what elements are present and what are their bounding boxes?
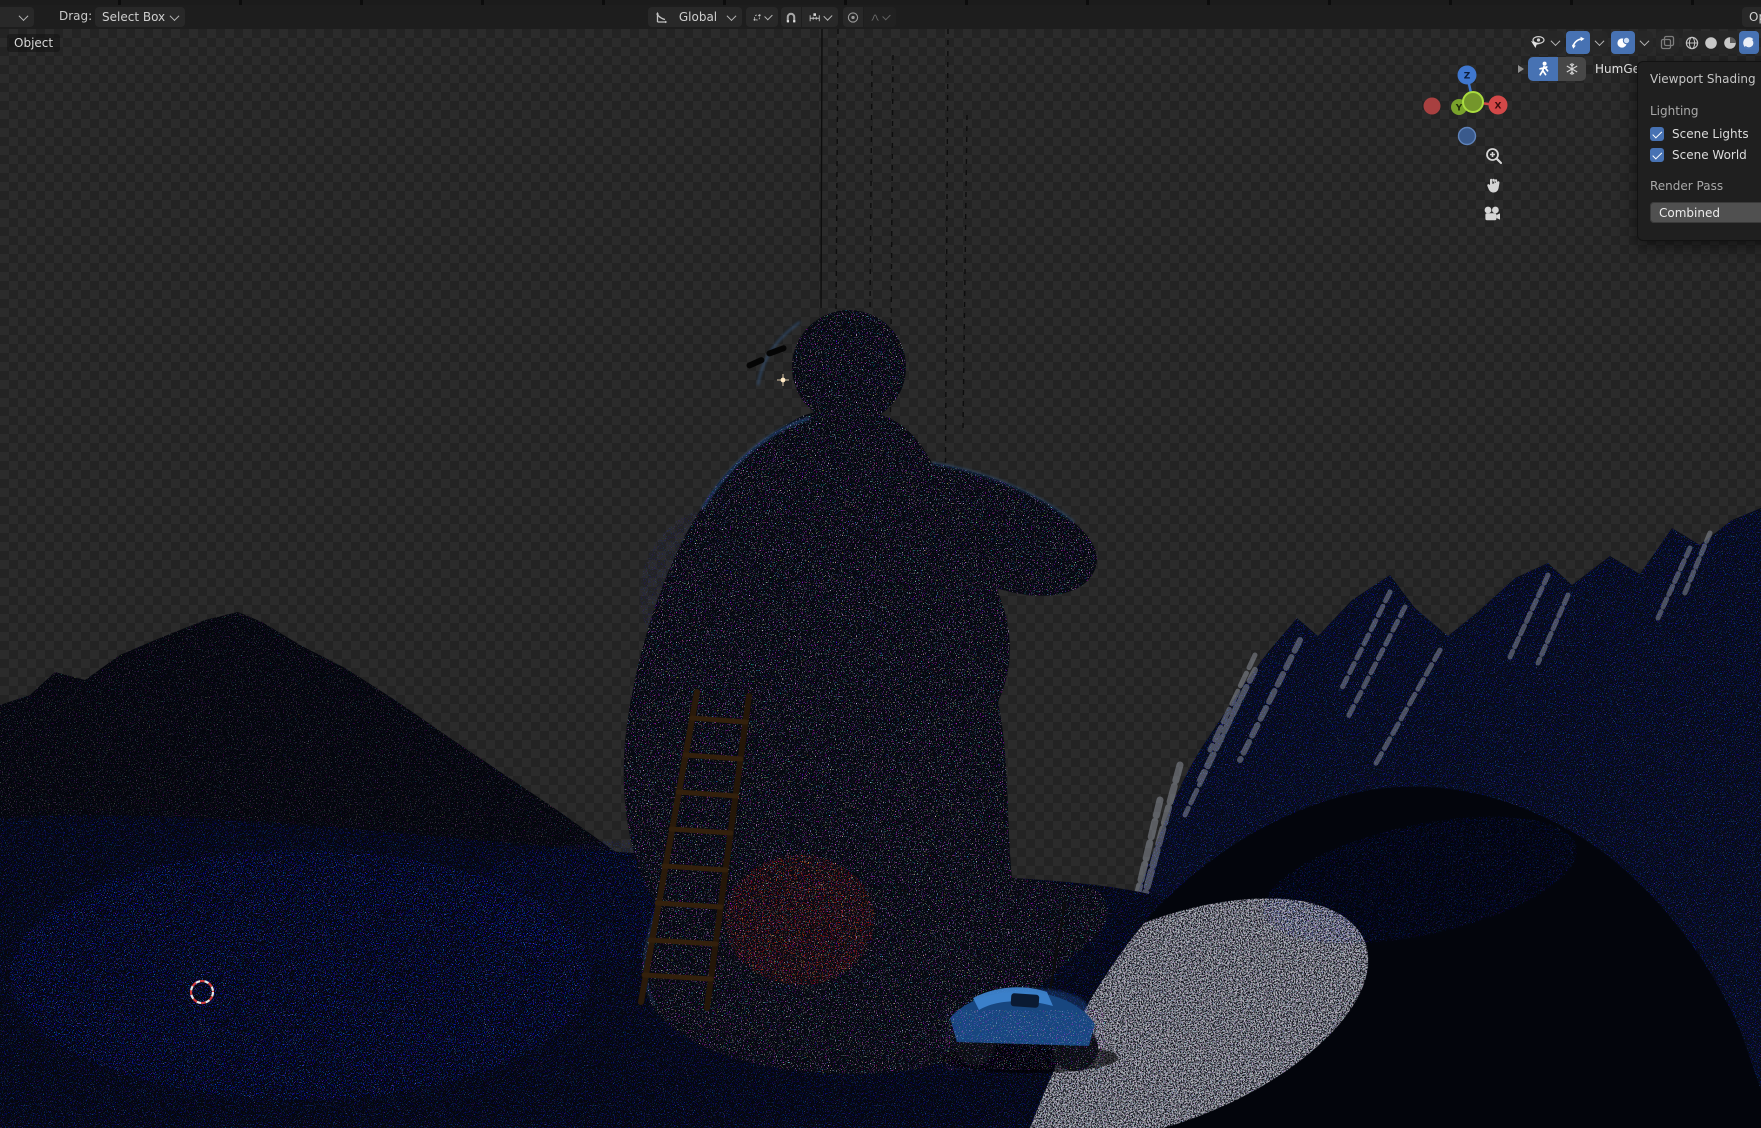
- eye-cursor-icon: [1531, 35, 1545, 48]
- eyelash-objects: [746, 345, 787, 369]
- axis-neg-z-ball[interactable]: [1457, 126, 1477, 146]
- orientation-value: Global: [678, 10, 718, 24]
- material-sphere-icon: [1723, 36, 1736, 49]
- scene-world-label: Scene World: [1672, 148, 1747, 162]
- shading-material-button[interactable]: [1720, 31, 1739, 54]
- shading-wireframe-button[interactable]: [1682, 31, 1701, 54]
- overlays-dropdown[interactable]: [1635, 31, 1653, 54]
- chevron-down-icon: [18, 10, 29, 21]
- axis-x-ball[interactable]: X: [1488, 95, 1508, 115]
- options-label: Options: [1749, 10, 1761, 24]
- 3d-viewport[interactable]: Object HumGen Y Z X Viewport Shading Lig…: [0, 29, 1761, 1128]
- gizmos-control: [1566, 31, 1608, 54]
- rendered-sphere-icon: [1743, 36, 1755, 49]
- orbit-dots-icon: [753, 13, 761, 21]
- running-person-icon: [1538, 61, 1548, 76]
- magnet-icon: [786, 12, 796, 22]
- shading-rendered-button[interactable]: [1739, 31, 1759, 54]
- popover-title: Viewport Shading: [1650, 72, 1756, 86]
- gizmos-dropdown[interactable]: [1590, 31, 1608, 54]
- axis-neg-x-ball[interactable]: [1423, 97, 1441, 115]
- wireframe-globe-icon: [1685, 36, 1698, 49]
- mode-dropdown-truncated[interactable]: [0, 7, 34, 27]
- overlays-toggle[interactable]: [1611, 31, 1635, 54]
- scene-lights-checkbox[interactable]: [1650, 127, 1664, 141]
- snowflake-icon: [1566, 63, 1578, 75]
- navigation-axis-gizmo[interactable]: Y Z X: [1420, 55, 1515, 150]
- snap-toggle[interactable]: [781, 7, 801, 27]
- scene-lights-label: Scene Lights: [1672, 127, 1749, 141]
- object-menu[interactable]: Object: [7, 34, 61, 52]
- solid-sphere-icon: [1704, 36, 1717, 49]
- chevron-down-icon: [726, 10, 737, 21]
- svg-text:X: X: [1495, 102, 1502, 112]
- expand-arrow-icon[interactable]: [1518, 65, 1524, 73]
- axis-front-ball[interactable]: [1462, 91, 1484, 113]
- chevron-down-icon: [882, 11, 891, 20]
- camera-view-button[interactable]: [1482, 204, 1502, 224]
- chevron-down-icon: [1639, 36, 1649, 47]
- overlapping-squares-icon: [1660, 35, 1675, 50]
- chevron-down-icon: [764, 11, 773, 20]
- scene-world-checkbox[interactable]: [1650, 148, 1664, 162]
- axis-z-ball[interactable]: Z: [1457, 65, 1477, 85]
- sparkle: [777, 374, 789, 386]
- active-object-breadcrumb: HumGen: [1518, 56, 1648, 82]
- visibility-dropdown[interactable]: [1524, 31, 1564, 54]
- pivot-point-dropdown[interactable]: [746, 7, 778, 27]
- chevron-down-icon: [823, 11, 833, 21]
- select-tool-value: Select Box: [102, 10, 166, 24]
- zoom-button[interactable]: [1484, 146, 1504, 166]
- chevron-down-icon: [1550, 36, 1561, 47]
- drag-label: Drag:: [59, 9, 93, 23]
- transform-orientation-dropdown[interactable]: Global: [648, 7, 742, 27]
- axes-icon: [656, 11, 668, 23]
- xray-toggle[interactable]: [1656, 31, 1679, 54]
- scene-lights-row: Scene Lights: [1650, 127, 1761, 141]
- overlapping-spheres-icon: [1616, 36, 1630, 48]
- tool-settings-toolbar: Drag: Select Box Global O: [0, 5, 1761, 29]
- dot-circle-icon: [847, 11, 859, 23]
- scene-world-row: Scene World: [1650, 148, 1761, 162]
- overlays-control: [1611, 31, 1653, 54]
- pan-hand-button[interactable]: [1484, 175, 1504, 195]
- bell-curve-icon: [871, 14, 879, 21]
- chevron-down-icon: [169, 10, 180, 21]
- shading-mode-group: [1682, 31, 1759, 54]
- proportional-falloff-dropdown[interactable]: [864, 7, 896, 27]
- lighting-section-label: Lighting: [1650, 104, 1699, 118]
- armature-object-button[interactable]: [1528, 57, 1558, 81]
- render-pass-value: Combined: [1659, 205, 1720, 220]
- render-pass-select[interactable]: Combined: [1650, 202, 1761, 223]
- render-pass-section-label: Render Pass: [1650, 179, 1724, 193]
- viewport-shading-popover: Viewport Shading Lighting Scene Lights S…: [1637, 61, 1761, 241]
- svg-text:Y: Y: [1455, 104, 1463, 114]
- options-button[interactable]: Options: [1742, 7, 1761, 27]
- gizmos-toggle[interactable]: [1566, 31, 1590, 54]
- shading-solid-button[interactable]: [1701, 31, 1720, 54]
- chevron-down-icon: [1594, 36, 1604, 47]
- proportional-editing-toggle[interactable]: [843, 7, 863, 27]
- snap-target-dropdown[interactable]: [802, 7, 838, 27]
- svg-text:Z: Z: [1464, 72, 1471, 82]
- select-tool-dropdown[interactable]: Select Box: [95, 7, 185, 27]
- increment-ruler-icon: [809, 12, 820, 21]
- curved-arrow-icon: [1571, 36, 1585, 49]
- object-menu-label: Object: [14, 36, 54, 50]
- particles-modifier-button[interactable]: [1558, 57, 1586, 81]
